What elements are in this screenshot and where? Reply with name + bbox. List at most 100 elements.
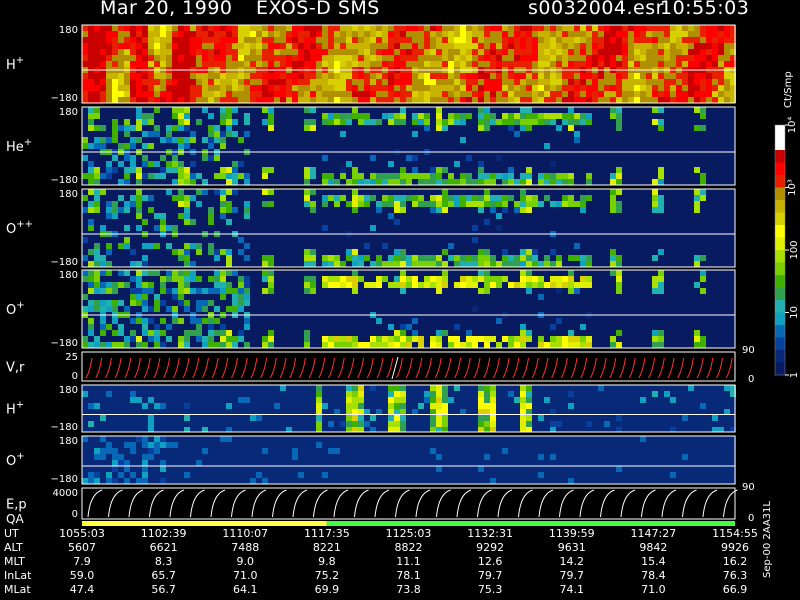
heat-cell: [280, 442, 286, 448]
heat-cell: [136, 442, 142, 448]
heat-cell: [688, 79, 694, 85]
heat-cell: [418, 342, 424, 348]
heat-cell: [400, 25, 406, 31]
heat-cell: [256, 436, 262, 442]
heat-cell: [670, 55, 676, 61]
heat-cell: [694, 342, 700, 348]
heat-cell: [574, 79, 580, 85]
heat-cell: [352, 201, 358, 207]
heat-cell: [520, 97, 526, 103]
heat-cell: [130, 460, 136, 466]
heat-cell: [652, 61, 658, 67]
heat-cell: [322, 282, 328, 288]
heat-cell: [664, 79, 670, 85]
heat-cell: [136, 336, 142, 342]
heat-cell: [214, 397, 220, 403]
heat-cell: [238, 478, 244, 484]
heat-cell: [424, 113, 430, 119]
heat-cell: [700, 79, 706, 85]
heat-cell: [478, 276, 484, 282]
heat-cell: [550, 442, 556, 448]
heat-cell: [178, 415, 184, 421]
heat-cell: [208, 73, 214, 79]
heat-cell: [664, 421, 670, 427]
heat-cell: [82, 276, 88, 282]
heat-cell: [706, 466, 712, 472]
heat-cell: [532, 460, 538, 466]
heat-cell: [268, 31, 274, 37]
heat-cell: [268, 460, 274, 466]
heat-cell: [652, 448, 658, 454]
heat-cell: [172, 442, 178, 448]
heat-cell: [316, 421, 322, 427]
heat-cell: [322, 448, 328, 454]
heat-cell: [100, 342, 106, 348]
heat-cell: [304, 25, 310, 31]
heat-cell: [190, 173, 196, 179]
heat-cell: [208, 207, 214, 213]
heat-cell: [238, 385, 244, 391]
heat-cell: [484, 219, 490, 225]
heat-cell: [406, 324, 412, 330]
heat-cell: [382, 442, 388, 448]
heat-cell: [574, 415, 580, 421]
heat-cell: [586, 460, 592, 466]
heat-cell: [532, 276, 538, 282]
heat-cell: [106, 448, 112, 454]
heat-cell: [250, 466, 256, 472]
heat-cell: [538, 427, 544, 432]
heat-cell: [88, 173, 94, 179]
heat-cell: [556, 125, 562, 131]
heat-cell: [220, 201, 226, 207]
table-cell: 8221: [312, 541, 341, 554]
heat-cell: [418, 119, 424, 125]
heat-cell: [586, 276, 592, 282]
heat-cell: [592, 31, 598, 37]
heat-cell: [340, 397, 346, 403]
heat-cell: [592, 448, 598, 454]
heat-cell: [562, 427, 568, 432]
heat-cell: [610, 37, 616, 43]
heat-cell: [508, 119, 514, 125]
heat-cell: [196, 415, 202, 421]
heat-cell: [520, 249, 526, 255]
heat-cell: [100, 282, 106, 288]
heat-cell: [298, 91, 304, 97]
heat-cell: [694, 478, 700, 484]
heat-cell: [490, 173, 496, 179]
heat-cell: [238, 415, 244, 421]
heat-cell: [184, 427, 190, 432]
heat-cell: [166, 167, 172, 173]
panel-he-plus-bottom-tick: −180: [51, 175, 78, 186]
heat-cell: [196, 49, 202, 55]
heat-cell: [550, 276, 556, 282]
heat-cell: [562, 391, 568, 397]
heat-cell: [592, 73, 598, 79]
heat-cell: [700, 427, 706, 432]
heat-cell: [112, 119, 118, 125]
heat-cell: [466, 61, 472, 67]
heat-cell: [280, 49, 286, 55]
heat-cell: [232, 91, 238, 97]
heat-cell: [190, 427, 196, 432]
heat-cell: [424, 454, 430, 460]
heat-cell: [142, 37, 148, 43]
table-cell: 11.1: [396, 555, 421, 568]
heat-cell: [502, 25, 508, 31]
heat-cell: [232, 427, 238, 432]
heat-cell: [538, 282, 544, 288]
heat-cell: [514, 201, 520, 207]
heat-cell: [166, 415, 172, 421]
heat-cell: [256, 25, 262, 31]
heat-cell: [580, 73, 586, 79]
heat-cell: [172, 472, 178, 478]
heat-cell: [220, 207, 226, 213]
heat-cell: [520, 415, 526, 421]
panel-h-plus-2-label: H+: [6, 400, 24, 418]
heat-cell: [322, 336, 328, 342]
heat-cell: [202, 288, 208, 294]
heat-cell: [292, 55, 298, 61]
heat-cell: [100, 421, 106, 427]
heat-cell: [364, 85, 370, 91]
heat-cell: [388, 201, 394, 207]
